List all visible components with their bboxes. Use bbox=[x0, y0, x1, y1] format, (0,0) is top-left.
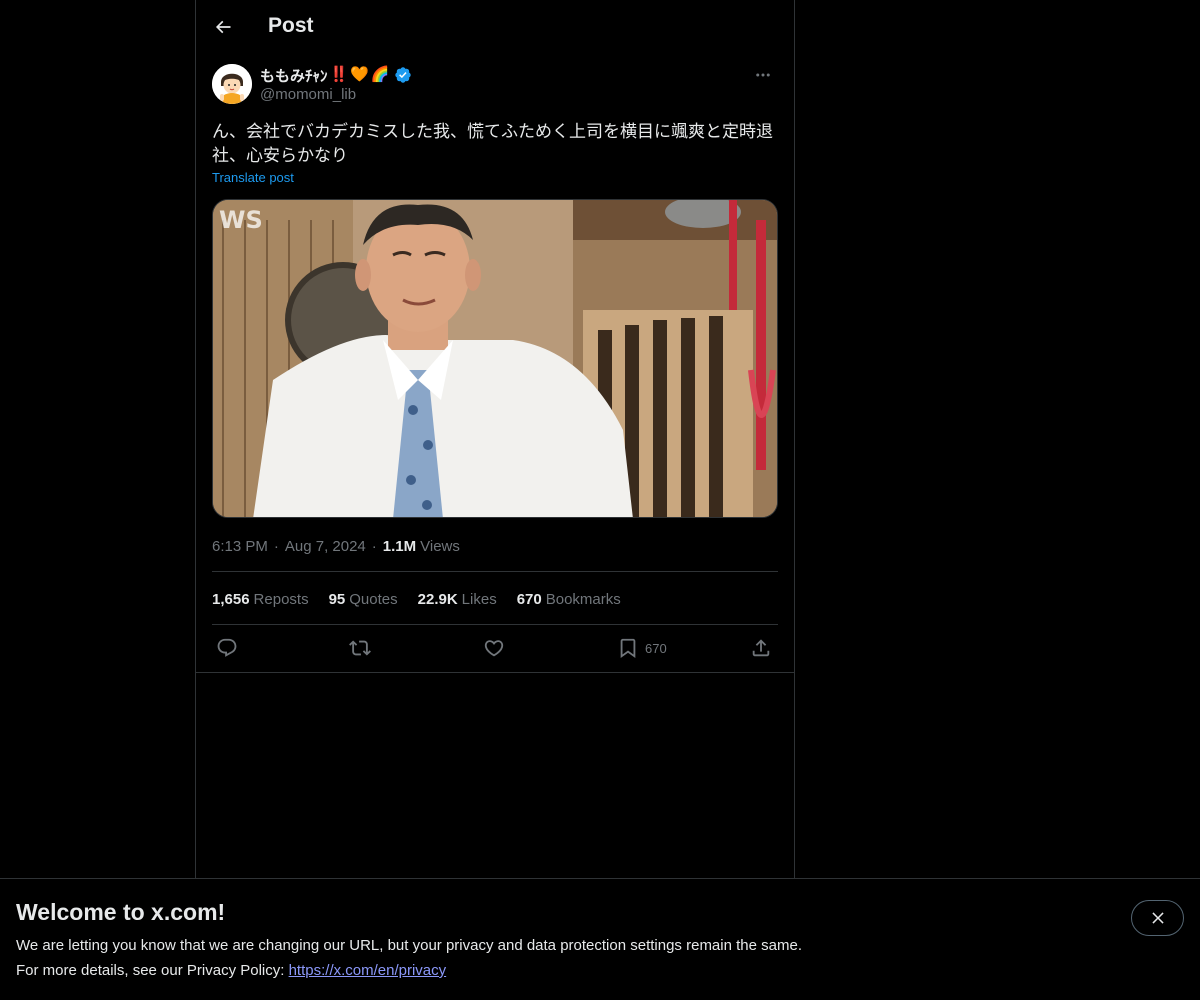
bookmark-button[interactable]: 670 bbox=[617, 636, 667, 660]
separator-dot: · bbox=[273, 537, 279, 555]
page-header: Post bbox=[196, 0, 794, 54]
post-time[interactable]: 6:13 PM bbox=[212, 538, 268, 555]
banner-message: We are letting you know that we are chan… bbox=[16, 937, 802, 954]
reply-button[interactable] bbox=[216, 636, 238, 660]
like-button[interactable] bbox=[483, 636, 505, 660]
close-banner-button[interactable] bbox=[1131, 900, 1184, 936]
more-dots-icon bbox=[756, 73, 770, 77]
arrow-left-icon bbox=[215, 20, 231, 34]
author-handle[interactable]: @momomi_lib bbox=[260, 86, 356, 103]
translate-post-link[interactable]: Translate post bbox=[212, 170, 294, 185]
post-date[interactable]: Aug 7, 2024 bbox=[285, 538, 366, 555]
post-text: ん、会社でバカデカミスした我、慌てふためく上司を横目に颯爽と定時退社、心安らかな… bbox=[212, 122, 773, 165]
bookmarks-stat[interactable]: 670 Bookmarks bbox=[517, 591, 621, 608]
privacy-policy-link[interactable]: https://x.com/en/privacy bbox=[289, 962, 447, 979]
page-title: Post bbox=[268, 14, 314, 37]
divider bbox=[196, 672, 794, 673]
bookmarks-label: Bookmarks bbox=[545, 590, 621, 608]
verified-badge-icon bbox=[394, 67, 411, 83]
more-options-button[interactable] bbox=[748, 64, 778, 86]
video-frame: WS bbox=[213, 200, 777, 517]
post-meta: 6:13 PM · Aug 7, 2024 · 1.1M Views bbox=[212, 536, 460, 556]
likes-stat[interactable]: 22.9K Likes bbox=[418, 591, 497, 608]
bookmark-icon bbox=[620, 638, 636, 659]
banner-privacy-prefix: For more details, see our Privacy Policy… bbox=[16, 962, 289, 979]
share-icon bbox=[752, 639, 770, 657]
bookmarks-count: 670 bbox=[516, 590, 542, 608]
views-count: 1.1M bbox=[382, 537, 417, 555]
orange-heart-emoji: 🧡 bbox=[350, 66, 369, 83]
likes-count: 22.9K bbox=[417, 590, 458, 608]
video-watermark: WS bbox=[219, 206, 263, 234]
post-actions: 670 bbox=[212, 636, 778, 660]
views-label: Views bbox=[420, 537, 460, 555]
back-button[interactable] bbox=[206, 10, 240, 44]
quotes-count: 95 bbox=[328, 590, 346, 608]
quotes-stat[interactable]: 95 Quotes bbox=[329, 591, 398, 608]
double-exclamation-emoji: ‼️ bbox=[329, 66, 349, 83]
close-icon bbox=[1151, 912, 1164, 924]
avatar-illustration bbox=[212, 64, 252, 104]
welcome-banner: Welcome to x.com! We are letting you kno… bbox=[0, 878, 1200, 1000]
heart-icon bbox=[484, 640, 504, 657]
banner-title: Welcome to x.com! bbox=[16, 899, 226, 925]
display-name[interactable]: ももみﾁｬﾝ bbox=[260, 65, 328, 86]
share-button[interactable] bbox=[750, 636, 772, 660]
quotes-label: Quotes bbox=[349, 590, 398, 608]
bookmark-count: 670 bbox=[645, 640, 667, 656]
divider bbox=[212, 571, 778, 572]
rainbow-emoji: 🌈 bbox=[370, 66, 390, 83]
post-video[interactable]: WS bbox=[212, 199, 778, 518]
banner-privacy-line: For more details, see our Privacy Policy… bbox=[16, 962, 446, 979]
separator-dot: · bbox=[371, 537, 377, 555]
repost-icon bbox=[349, 640, 371, 656]
avatar[interactable] bbox=[212, 64, 252, 104]
reply-icon bbox=[217, 638, 237, 657]
reposts-label: Reposts bbox=[253, 590, 309, 608]
name-row[interactable]: ももみﾁｬﾝ ‼️ 🧡 🌈 bbox=[260, 65, 412, 85]
likes-label: Likes bbox=[461, 590, 497, 608]
post-author: ももみﾁｬﾝ ‼️ 🧡 🌈 @momomi_lib bbox=[212, 64, 778, 108]
primary-column: Post ももみﾁｬﾝ ‼️ 🧡 🌈 @momomi_lib ん、会社でバカデカ… bbox=[195, 0, 795, 1000]
reposts-stat[interactable]: 1,656 Reposts bbox=[212, 591, 309, 608]
divider bbox=[212, 624, 778, 625]
repost-button[interactable] bbox=[349, 636, 371, 660]
reposts-count: 1,656 bbox=[212, 590, 250, 608]
post-stats: 1,656 Reposts 95 Quotes 22.9K Likes 670 Book… bbox=[212, 589, 641, 609]
